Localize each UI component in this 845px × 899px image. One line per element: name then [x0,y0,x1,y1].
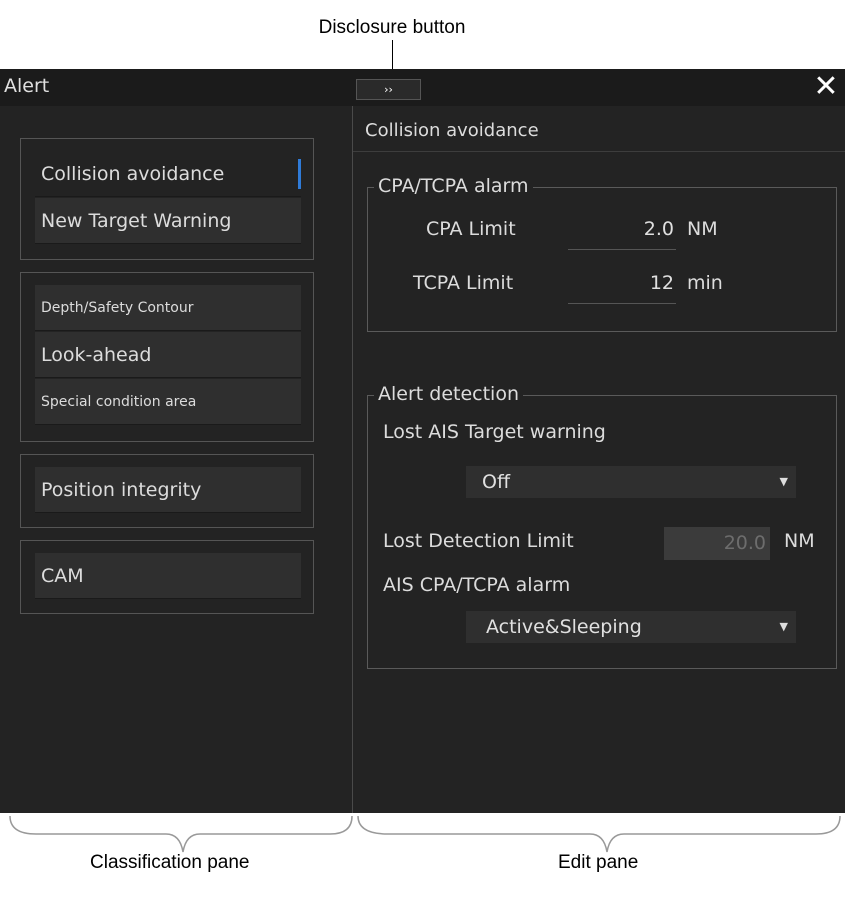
chevron-down-icon: ▼ [779,475,788,488]
ais-cpa-tcpa-alarm-select[interactable]: Active&Sleeping ▼ [466,611,796,643]
category-depth-safety-contour[interactable]: Depth/Safety Contour [35,285,301,331]
alert-detection-legend: Alert detection [374,383,523,405]
title-bar: Alert ›› ✕ [0,69,845,106]
lost-ais-target-warning-label: Lost AIS Target warning [383,421,606,443]
category-position-integrity[interactable]: Position integrity [35,467,301,513]
category-cam[interactable]: CAM [35,553,301,599]
cpa-limit-input[interactable]: 2.0 [568,218,676,250]
alert-detection-group: Alert detection Lost AIS Target warning … [367,383,837,669]
ais-cpa-tcpa-alarm-label: AIS CPA/TCPA alarm [383,574,571,596]
chevron-down-icon: ▼ [779,620,788,633]
category-collision-avoidance[interactable]: Collision avoidance [35,151,301,197]
edit-pane-header: Collision avoidance [353,106,845,152]
close-icon[interactable]: ✕ [811,70,841,104]
pane-braces [9,815,841,853]
category-special-condition-area[interactable]: Special condition area [35,379,301,425]
cpa-tcpa-alarm-group: CPA/TCPA alarm CPA Limit 2.0 NM TCPA Lim… [367,175,837,332]
tcpa-limit-input[interactable]: 12 [568,272,676,304]
category-label: Position integrity [41,479,202,501]
lost-ais-target-warning-select[interactable]: Off ▼ [466,466,796,498]
classification-pane: Collision avoidance Depth/Safety Contour… [0,106,352,813]
edit-pane-callout: Edit pane [558,852,639,873]
selection-indicator [298,159,301,189]
tcpa-limit-unit: min [687,272,723,294]
lost-ais-selected-value: Off [482,471,511,493]
window-title: Alert [4,75,50,97]
cpa-limit-unit: NM [687,218,718,240]
category-label: Special condition area [41,394,197,410]
category-label: Look-ahead [41,344,152,366]
disclosure-button-callout: Disclosure button [318,17,466,38]
tcpa-limit-label: TCPA Limit [413,272,514,294]
classification-pane-callout: Classification pane [90,852,250,873]
category-label: New Target Warning [41,210,232,232]
ais-alarm-selected-value: Active&Sleeping [486,616,642,638]
category-look-ahead[interactable]: Look-ahead [35,332,301,378]
category-label: Collision avoidance [41,163,225,185]
lost-detection-limit-label: Lost Detection Limit [383,530,574,552]
cpa-limit-label: CPA Limit [426,218,516,240]
category-label: Depth/Safety Contour [41,300,194,316]
edit-pane-title: Collision avoidance [365,120,539,141]
disclosure-callout-line [392,40,393,72]
cpa-tcpa-legend: CPA/TCPA alarm [374,175,533,197]
category-group-route: Depth/Safety Contour Look-ahead Special … [20,272,314,442]
alert-window: Alert ›› ✕ Collision avoidance Depth/Saf… [0,69,845,813]
category-label: CAM [41,565,84,587]
category-group-position: Position integrity [20,454,314,528]
lost-detection-limit-input: 20.0 [664,527,770,560]
edit-pane: Collision avoidance CPA/TCPA alarm CPA L… [353,106,845,813]
disclosure-button[interactable]: ›› [356,79,421,100]
category-group-collision: Collision avoidance Depth/Safety Contour… [20,138,314,260]
category-new-target-warning[interactable]: Depth/Safety Contour New Target Warning [35,198,301,244]
lost-detection-limit-unit: NM [784,530,815,552]
category-group-cam: CAM [20,540,314,614]
